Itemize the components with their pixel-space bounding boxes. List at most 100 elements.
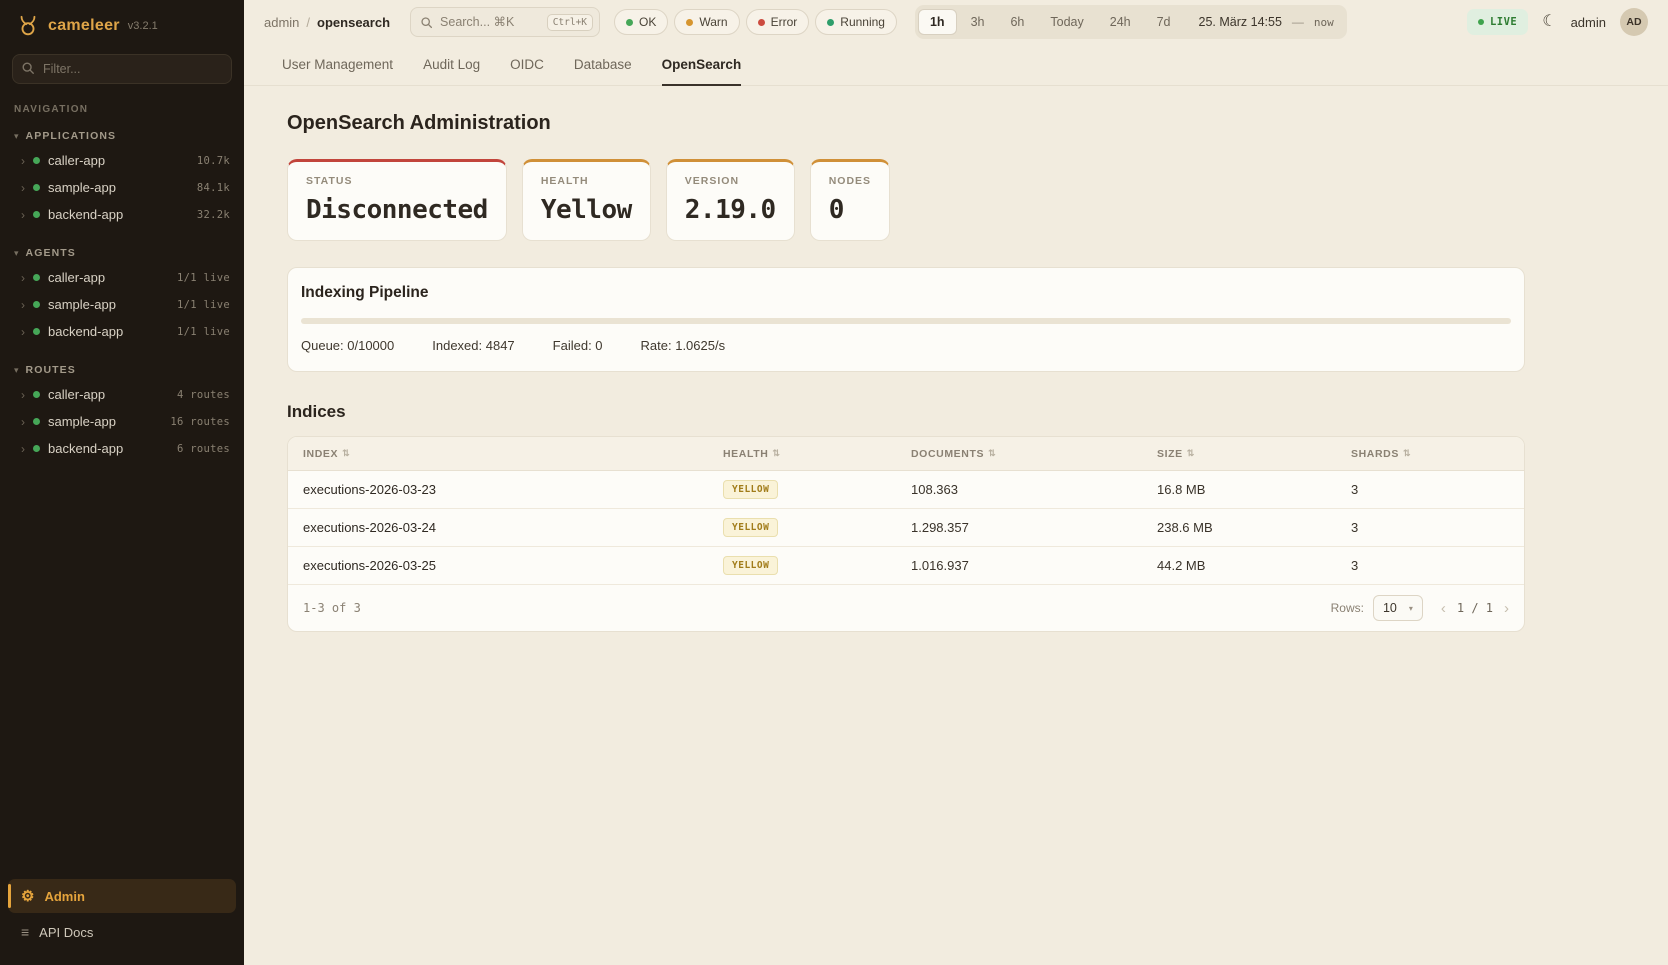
chevron-down-icon: ▾ <box>14 366 19 375</box>
health-value: Yellow <box>541 195 632 225</box>
warn-dot <box>686 19 693 26</box>
sidebar-item-app-sample[interactable]: › sample-app 84.1k <box>0 174 244 201</box>
live-badge: 1/1 live <box>177 299 230 311</box>
chevron-right-icon: › <box>21 155 25 167</box>
topbar-right: LIVE ☾ admin AD <box>1467 8 1648 36</box>
time-range-1h[interactable]: 1h <box>918 9 957 35</box>
sidebar-item-routes-sample[interactable]: › sample-app 16 routes <box>0 408 244 435</box>
routes-badge: 4 routes <box>177 389 230 401</box>
time-range-7d[interactable]: 7d <box>1145 9 1183 35</box>
filter-chip-warn[interactable]: Warn <box>674 9 739 35</box>
chevron-right-icon: › <box>21 272 25 284</box>
error-dot <box>758 19 765 26</box>
section-routes: ▾ ROUTES › caller-app 4 routes › sample-… <box>0 361 244 462</box>
logo[interactable]: cameleer v3.2.1 <box>0 0 244 50</box>
column-header-index[interactable]: INDEX ⇅ <box>303 448 723 460</box>
time-range-6h[interactable]: 6h <box>998 9 1036 35</box>
status-dot <box>33 418 40 425</box>
dark-mode-toggle-moon-icon[interactable]: ☾ <box>1542 14 1556 30</box>
table-row[interactable]: executions-2026-03-24 YELLOW 1.298.357 2… <box>288 509 1524 547</box>
search-icon <box>21 61 35 75</box>
breadcrumb: admin / opensearch <box>264 15 390 30</box>
page-title: OpenSearch Administration <box>287 112 1525 135</box>
tab-database[interactable]: Database <box>574 44 632 86</box>
indices-title: Indices <box>287 402 1525 422</box>
section-header-agents[interactable]: ▾ AGENTS <box>0 244 244 264</box>
sidebar: cameleer v3.2.1 NAVIGATION ▾ APPLICATION… <box>0 0 244 965</box>
status-dot <box>33 328 40 335</box>
main-area: admin / opensearch Ctrl+K OK <box>244 0 1668 965</box>
status-dot <box>33 445 40 452</box>
filter-input[interactable] <box>12 54 232 84</box>
running-dot <box>827 19 834 26</box>
live-toggle[interactable]: LIVE <box>1467 9 1528 35</box>
column-header-size[interactable]: SIZE ⇅ <box>1157 448 1351 460</box>
chevron-down-icon: ▾ <box>14 249 19 258</box>
chevron-right-icon: › <box>21 443 25 455</box>
sidebar-item-app-backend[interactable]: › backend-app 32.2k <box>0 201 244 228</box>
chevron-right-icon: › <box>21 326 25 338</box>
health-badge: YELLOW <box>723 480 778 499</box>
cameleer-logo-icon <box>16 14 40 38</box>
filter-chip-ok[interactable]: OK <box>614 9 668 35</box>
user-name: admin <box>1571 15 1606 30</box>
tab-oidc[interactable]: OIDC <box>510 44 544 86</box>
rows-per-page-select[interactable]: 10 ▾ <box>1373 595 1423 621</box>
admin-tabs: User Management Audit Log OIDC Database … <box>244 44 1668 86</box>
list-icon: ≡ <box>21 925 29 939</box>
section-header-applications[interactable]: ▾ APPLICATIONS <box>0 127 244 147</box>
table-row[interactable]: executions-2026-03-23 YELLOW 108.363 16.… <box>288 471 1524 509</box>
column-header-health[interactable]: HEALTH ⇅ <box>723 448 911 460</box>
search-icon <box>420 16 433 29</box>
sidebar-item-routes-caller[interactable]: › caller-app 4 routes <box>0 381 244 408</box>
tab-user-management[interactable]: User Management <box>282 44 393 86</box>
stat-card-health: HEALTH Yellow <box>522 159 651 241</box>
sidebar-item-agent-backend[interactable]: › backend-app 1/1 live <box>0 318 244 345</box>
chevron-right-icon: › <box>21 389 25 401</box>
section-header-routes[interactable]: ▾ ROUTES <box>0 361 244 381</box>
section-agents: ▾ AGENTS › caller-app 1/1 live › sample-… <box>0 244 244 345</box>
nav-section-label: NAVIGATION <box>0 104 244 115</box>
sidebar-item-routes-backend[interactable]: › backend-app 6 routes <box>0 435 244 462</box>
status-dot <box>33 184 40 191</box>
indexing-pipeline-card: Indexing Pipeline Queue: 0/10000 Indexed… <box>287 267 1525 372</box>
table-header-row: INDEX ⇅ HEALTH ⇅ DOCUMENTS ⇅ SIZE <box>288 437 1524 471</box>
column-header-shards[interactable]: SHARDS ⇅ <box>1351 448 1509 460</box>
status-dot <box>33 301 40 308</box>
sidebar-item-agent-caller[interactable]: › caller-app 1/1 live <box>0 264 244 291</box>
chevron-right-icon: › <box>21 182 25 194</box>
sidebar-item-api-docs[interactable]: ≡ API Docs <box>8 915 236 949</box>
count-badge: 10.7k <box>197 155 230 167</box>
logo-name: cameleer <box>48 17 120 35</box>
section-applications: ▾ APPLICATIONS › caller-app 10.7k › samp… <box>0 127 244 228</box>
global-search[interactable]: Ctrl+K <box>410 7 600 37</box>
sidebar-item-agent-sample[interactable]: › sample-app 1/1 live <box>0 291 244 318</box>
status-value: Disconnected <box>306 195 488 225</box>
sidebar-item-admin[interactable]: ⚙ Admin <box>8 879 236 913</box>
prev-page-button[interactable]: ‹ <box>1441 601 1446 616</box>
time-range-3h[interactable]: 3h <box>959 9 997 35</box>
chevron-right-icon: › <box>21 299 25 311</box>
tab-opensearch[interactable]: OpenSearch <box>662 44 742 86</box>
indices-table: INDEX ⇅ HEALTH ⇅ DOCUMENTS ⇅ SIZE <box>287 436 1525 632</box>
content: OpenSearch Administration STATUS Disconn… <box>244 86 1668 965</box>
count-badge: 84.1k <box>197 182 230 194</box>
filter-chip-error[interactable]: Error <box>746 9 810 35</box>
tab-audit-log[interactable]: Audit Log <box>423 44 480 86</box>
search-input[interactable] <box>440 15 540 29</box>
column-header-documents[interactable]: DOCUMENTS ⇅ <box>911 448 1157 460</box>
avatar[interactable]: AD <box>1620 8 1648 36</box>
time-range-24h[interactable]: 24h <box>1098 9 1143 35</box>
status-dot <box>33 274 40 281</box>
table-row[interactable]: executions-2026-03-25 YELLOW 1.016.937 4… <box>288 547 1524 585</box>
chevron-down-icon: ▾ <box>14 132 19 141</box>
filter-chip-running[interactable]: Running <box>815 9 897 35</box>
date-range-label[interactable]: 25. März 14:55 <box>1185 15 1290 29</box>
sort-icon: ⇅ <box>772 448 780 459</box>
now-label: now <box>1314 16 1344 29</box>
next-page-button[interactable]: › <box>1504 601 1509 616</box>
breadcrumb-admin[interactable]: admin <box>264 15 299 30</box>
time-range-today[interactable]: Today <box>1038 9 1095 35</box>
breadcrumb-separator: / <box>306 15 310 30</box>
sidebar-item-app-caller[interactable]: › caller-app 10.7k <box>0 147 244 174</box>
